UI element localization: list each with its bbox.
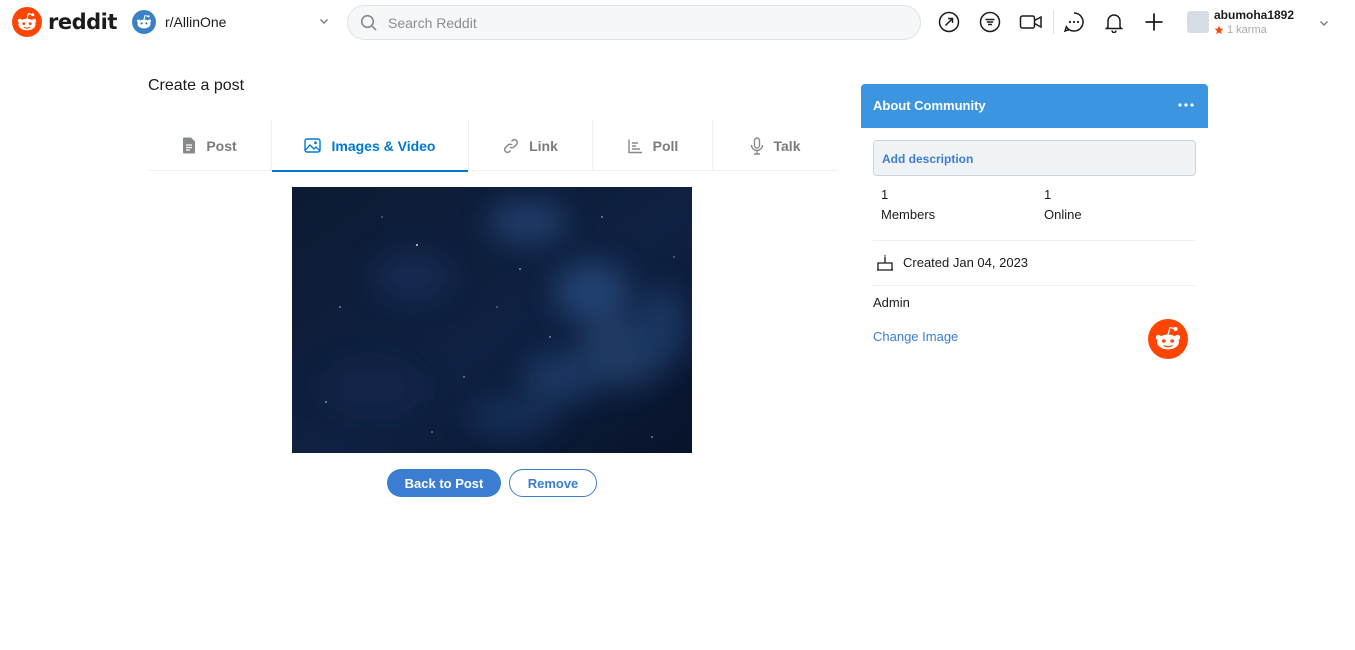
karma-count: 1 karma: [1227, 24, 1267, 36]
uploaded-image-preview: [292, 187, 692, 453]
members-label: Members: [881, 207, 936, 222]
search-icon: [360, 14, 377, 31]
online-label: Online: [1044, 207, 1082, 222]
chevron-down-icon: [320, 19, 328, 24]
image-icon: [304, 138, 322, 153]
karma-icon: [1214, 25, 1224, 35]
header-divider: [1053, 10, 1054, 34]
microphone-icon: [750, 136, 763, 155]
tab-label: Talk: [773, 137, 801, 154]
karma-display: 1 karma: [1214, 24, 1267, 36]
admin-label: Admin: [873, 295, 910, 310]
online-stat: 1 Online: [1044, 185, 1082, 225]
tab-label: Link: [529, 137, 558, 154]
all-icon[interactable]: [978, 10, 1002, 34]
tab-images-video[interactable]: Images & Video: [272, 120, 469, 172]
sidebar-divider: [873, 240, 1196, 241]
add-description-button[interactable]: Add description: [873, 140, 1196, 176]
popular-icon[interactable]: [937, 10, 961, 34]
community-icon: [132, 10, 156, 34]
chevron-down-icon: [1320, 21, 1328, 26]
notification-icon[interactable]: [1102, 10, 1126, 34]
user-menu[interactable]: abumoha1892 1 karma: [1186, 7, 1336, 39]
tab-link[interactable]: Link: [469, 120, 593, 171]
search-input[interactable]: [388, 14, 888, 31]
change-image-link[interactable]: Change Image: [873, 329, 958, 344]
page-title: Create a post: [148, 77, 245, 94]
logo-wordmark: reddit: [48, 10, 117, 34]
poll-icon: [627, 139, 642, 153]
more-options-icon[interactable]: [1176, 97, 1196, 113]
create-post-icon[interactable]: [1142, 10, 1166, 34]
created-text: Created Jan 04, 2023: [903, 255, 1029, 270]
starry-sky-image: [292, 187, 692, 453]
document-icon: [183, 137, 196, 154]
tab-post[interactable]: Post: [148, 120, 272, 171]
cake-icon: [877, 254, 893, 271]
members-count: 1: [881, 187, 889, 202]
created-date: Created Jan 04, 2023: [876, 254, 1028, 271]
remove-button[interactable]: Remove: [509, 469, 597, 497]
reddit-logo-icon: [12, 7, 42, 37]
back-to-post-button[interactable]: Back to Post: [387, 469, 501, 497]
tab-label: Poll: [652, 137, 679, 154]
community-switcher[interactable]: r/AllinOne: [132, 9, 336, 35]
tab-label: Images & Video: [331, 137, 436, 154]
community-avatar-icon: [1148, 319, 1188, 359]
tab-label: Post: [206, 137, 237, 154]
link-icon: [504, 138, 519, 153]
post-type-tabs: Post Images & Video Link Poll Talk: [148, 120, 837, 172]
about-community-title: About Community: [873, 98, 986, 113]
about-community-header: About Community: [861, 84, 1208, 128]
avatar: [1187, 11, 1209, 33]
username: abumoha1892: [1214, 8, 1295, 22]
community-name: r/AllinOne: [165, 14, 227, 30]
tab-talk[interactable]: Talk: [713, 120, 837, 171]
chat-icon[interactable]: [1062, 10, 1086, 34]
online-count: 1: [1044, 187, 1052, 202]
members-stat: 1 Members: [881, 185, 935, 225]
top-nav: reddit r/AllinOne Search Reddit abumoha1…: [0, 0, 1355, 44]
video-icon[interactable]: [1019, 10, 1043, 34]
tab-poll[interactable]: Poll: [593, 120, 713, 171]
reddit-logo[interactable]: reddit: [12, 7, 117, 37]
search-bar[interactable]: [347, 5, 921, 40]
sidebar-divider: [873, 285, 1196, 286]
